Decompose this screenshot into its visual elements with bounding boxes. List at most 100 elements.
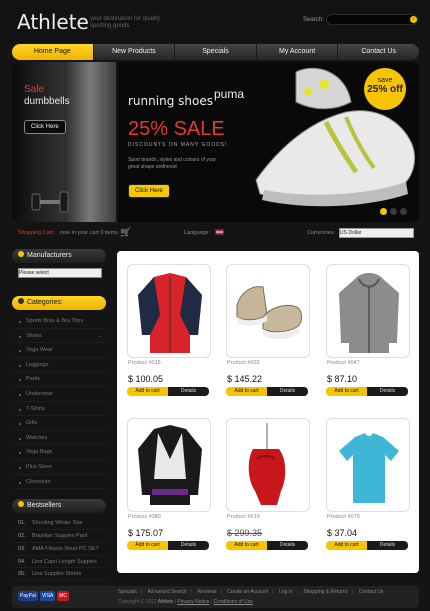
tagline: your destination for quality sporting go… xyxy=(90,16,161,29)
dumbbell-icon xyxy=(31,191,69,213)
slider-dot-2[interactable] xyxy=(390,208,397,215)
category-label: Plus Sizes xyxy=(26,463,52,470)
category-item[interactable]: Sports Bras & Bra Tops xyxy=(12,314,106,329)
product-card: Product #079 $ 37.04 Add to cart Details xyxy=(326,418,414,550)
slider-dot-1[interactable] xyxy=(380,208,387,215)
product-image-track-jacket[interactable] xyxy=(127,418,211,512)
footer-link-login[interactable]: Log in xyxy=(279,589,293,595)
details-button[interactable]: Details xyxy=(267,541,308,550)
nav-home-page[interactable]: Home Page xyxy=(12,44,94,60)
conditions-of-use-link[interactable]: Conditions of Use xyxy=(213,599,252,605)
product-image-tshirt[interactable] xyxy=(326,418,410,512)
nav-my-account[interactable]: My Account xyxy=(257,44,339,60)
shoes-image xyxy=(236,286,302,340)
category-item[interactable]: Gifts xyxy=(12,416,106,431)
category-label: Yoga Wear xyxy=(26,347,53,354)
bestseller-item[interactable]: 02. Brazilian Supplex Pant xyxy=(12,530,106,543)
language-label: Language: xyxy=(184,230,210,236)
details-button[interactable]: Details xyxy=(367,541,408,550)
product-name[interactable]: Product #079 xyxy=(326,514,414,520)
dumbbells-click-here-button[interactable]: Click Here xyxy=(24,120,66,134)
bestseller-name: Lina Capri Length Supplex xyxy=(32,558,97,565)
add-to-cart-button[interactable]: Add to cart xyxy=(226,541,267,550)
product-actions: Add to cart Details xyxy=(226,387,308,396)
footer-link-specials[interactable]: Specials xyxy=(118,589,137,595)
category-item[interactable]: Plus Sizes xyxy=(12,460,106,475)
product-image-gloves[interactable] xyxy=(226,418,310,512)
product-price: $ 100.05 xyxy=(128,374,164,384)
product-grid: Product #015 $ 100.05 Add to cart Detail… xyxy=(117,251,419,573)
details-button[interactable]: Details xyxy=(367,387,408,396)
product-name[interactable]: Product #080 xyxy=(127,514,215,520)
product-image-jacket[interactable] xyxy=(127,264,211,358)
product-price: $ 299.35 xyxy=(226,528,314,538)
search-go-icon[interactable]: › xyxy=(410,16,417,23)
details-button[interactable]: Details xyxy=(168,541,209,550)
cart-icon[interactable]: 🛒 xyxy=(120,227,131,238)
product-card: Product #019 $ 299.35 Add to cart Detail… xyxy=(226,418,314,550)
site-logo[interactable]: Athlete xyxy=(17,10,89,34)
add-to-cart-button[interactable]: Add to cart xyxy=(326,387,367,396)
footer-link-create-account[interactable]: Create an Account xyxy=(227,589,268,595)
privacy-notice-link[interactable]: Privacy Notice xyxy=(177,599,209,605)
details-button[interactable]: Details xyxy=(267,387,308,396)
bestseller-item[interactable]: 05. Lina Supplex Shorts xyxy=(12,568,106,582)
category-item[interactable]: Watches xyxy=(12,431,106,446)
product-price-struck: $ 299.35 xyxy=(227,528,263,538)
footer-link-contact-us[interactable]: Contact Us xyxy=(359,589,384,595)
nav-new-products[interactable]: New Products xyxy=(94,44,176,60)
category-item[interactable]: Yoga Bags xyxy=(12,445,106,460)
info-bar: Shopping Cart: now in your cart 0 items … xyxy=(12,226,419,240)
currencies-label: Currencies: xyxy=(307,230,336,236)
category-label: Pants xyxy=(26,376,41,383)
add-to-cart-button[interactable]: Add to cart xyxy=(127,541,168,550)
footer-link-shopping-returns[interactable]: Shopping & Returns xyxy=(303,589,348,595)
running-shoes-banner[interactable]: running shoes puma 25% SALE DISCOUNTS ON… xyxy=(118,62,419,222)
category-item[interactable]: Pants xyxy=(12,372,106,387)
details-button[interactable]: Details xyxy=(168,387,209,396)
currency-select[interactable]: US Dollar xyxy=(339,228,414,238)
banner-description: Sport brands, styles and colours of your… xyxy=(128,157,217,170)
product-name[interactable]: Product #015 xyxy=(127,360,215,366)
category-item[interactable]: Yoga Wear xyxy=(12,343,106,358)
chevron-down-icon[interactable]: ⌄ xyxy=(98,329,102,344)
product-image-shoes[interactable] xyxy=(226,264,310,358)
bestseller-item[interactable]: 01. Shooting Winter Star xyxy=(12,517,106,530)
save-badge-value: 25% off xyxy=(367,84,403,95)
category-item[interactable]: Leggings xyxy=(12,358,106,373)
category-item[interactable]: Shoes ⌄ xyxy=(12,329,106,344)
footer-link-advanced-search[interactable]: Advanced Search xyxy=(147,589,186,595)
category-item[interactable]: T-Shirts xyxy=(12,402,106,417)
nav-specials[interactable]: Specials xyxy=(175,44,257,60)
footer-link-reviews[interactable]: Reviews xyxy=(198,589,217,595)
add-to-cart-button[interactable]: Add to cart xyxy=(127,387,168,396)
shopping-cart-label[interactable]: Shopping Cart: xyxy=(18,230,55,236)
product-name[interactable]: Product #047 xyxy=(326,360,414,366)
bestseller-name: Shooting Winter Star xyxy=(32,520,83,527)
bestseller-item[interactable]: 04. Lina Capri Length Supplex xyxy=(12,556,106,569)
add-to-cart-button[interactable]: Add to cart xyxy=(226,387,267,396)
product-actions: Add to cart Details xyxy=(326,541,408,550)
dumbbells-banner[interactable]: Sale dumbbells Click Here xyxy=(12,62,116,222)
bestsellers-list: 01. Shooting Winter Star 02. Brazilian Sup… xyxy=(12,517,106,582)
bestseller-name: Lina Supplex Shorts xyxy=(32,571,82,578)
category-item[interactable]: Closeouts xyxy=(12,475,106,490)
category-item[interactable]: Underwear xyxy=(12,387,106,402)
add-to-cart-button[interactable]: Add to cart xyxy=(326,541,367,550)
category-label: Yoga Bags xyxy=(26,449,53,456)
bestseller-item[interactable]: 03. AMA Fitness Wear PC SET xyxy=(12,543,106,556)
header: Athlete your destination for quality spo… xyxy=(0,0,430,42)
product-image-hoodie[interactable] xyxy=(326,264,410,358)
product-name[interactable]: Product #019 xyxy=(226,514,314,520)
slider-dot-3[interactable] xyxy=(400,208,407,215)
product-name[interactable]: Product #033 xyxy=(226,360,314,366)
uk-flag-icon[interactable] xyxy=(215,229,224,235)
search-input[interactable] xyxy=(326,14,418,25)
main-nav: Home Page New Products Specials My Accou… xyxy=(12,44,419,60)
category-label: Closeouts xyxy=(26,478,51,485)
manufacturers-select[interactable]: Please select xyxy=(18,268,102,278)
nav-contact-us[interactable]: Contact Us xyxy=(338,44,419,60)
sale-word: Sale xyxy=(24,84,45,95)
search-label: Search: xyxy=(303,17,324,23)
shoes-click-here-button[interactable]: Click Here xyxy=(128,184,170,198)
